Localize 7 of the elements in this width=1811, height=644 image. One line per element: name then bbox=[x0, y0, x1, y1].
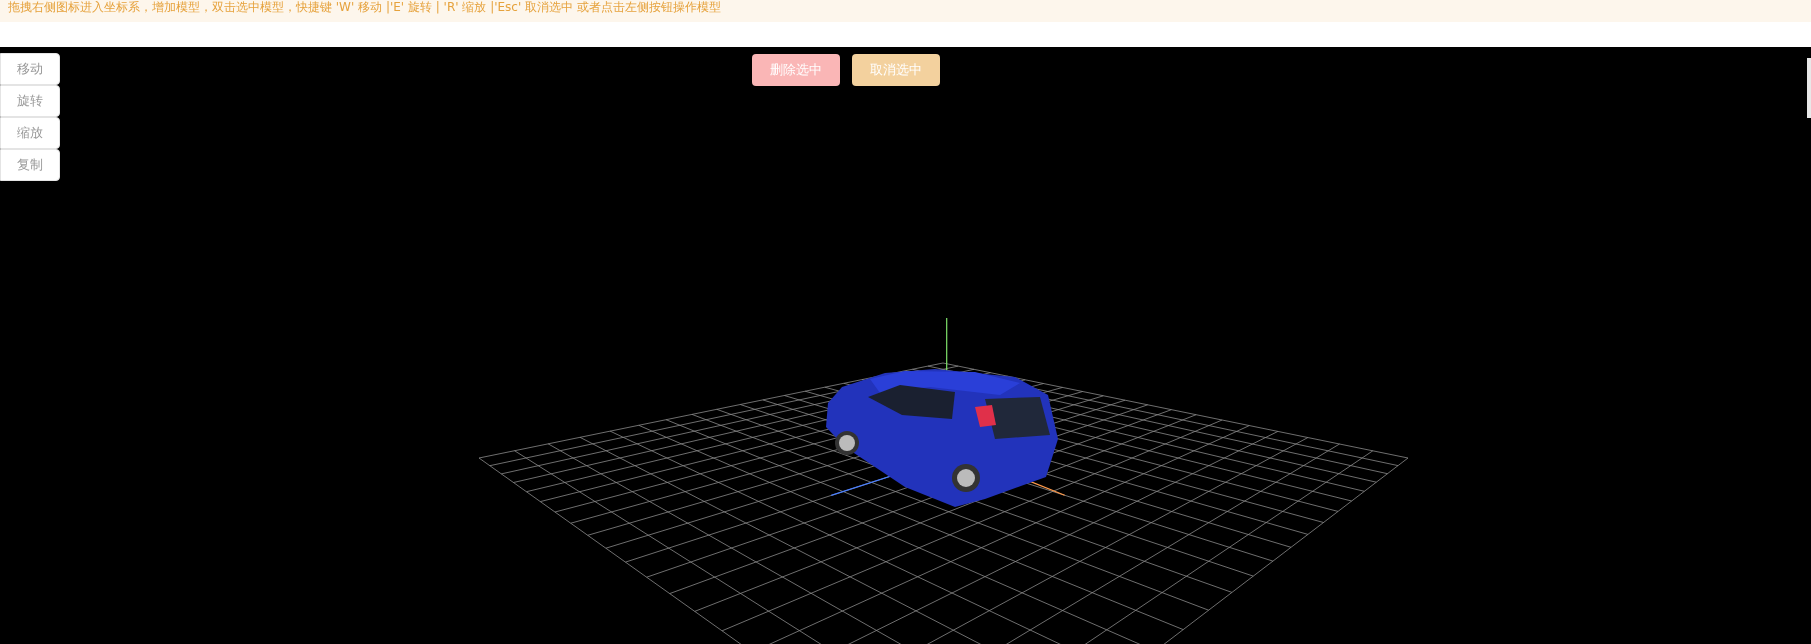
hint-text: 拖拽右侧图标进入坐标系，增加模型，双击选中模型，快捷键 'W' 移动 |'E' 旋转 | 'R' 缩放 |'Esc' 取消选中 或者点击左侧按钮操作模型 bbox=[8, 0, 721, 14]
mode-button[interactable]: 缩放 bbox=[0, 117, 60, 149]
side-handle[interactable] bbox=[1807, 58, 1811, 118]
action-button[interactable]: 删除选中 bbox=[752, 54, 840, 86]
mode-button[interactable]: 复制 bbox=[0, 149, 60, 181]
mode-button[interactable]: 移动 bbox=[0, 53, 60, 85]
mode-button[interactable]: 旋转 bbox=[0, 85, 60, 117]
